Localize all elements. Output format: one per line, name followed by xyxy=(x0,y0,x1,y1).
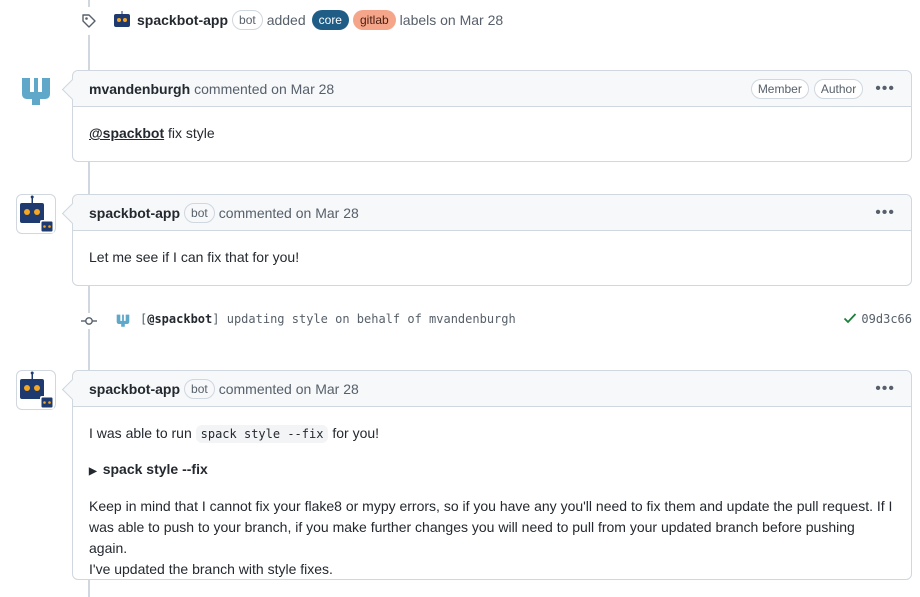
inline-code: spack style --fix xyxy=(195,425,329,443)
comment-author[interactable]: mvandenburgh xyxy=(89,81,190,97)
event-actor[interactable]: spackbot-app xyxy=(137,12,228,28)
author-badge: Author xyxy=(813,78,864,99)
comment-header: spackbot-app bot commented on Mar 28 ••• xyxy=(73,195,911,231)
comment-body: Let me see if I can fix that for you! xyxy=(73,231,911,284)
comment-text: fix style xyxy=(168,125,215,141)
comment-body: I was able to run spack style --fix for … xyxy=(73,407,911,596)
comment-meta[interactable]: commented on Mar 28 xyxy=(194,81,334,97)
label-gitlab[interactable]: gitlab xyxy=(352,10,396,30)
comment-text-after: for you! xyxy=(332,425,380,441)
spackbot-avatar[interactable] xyxy=(16,370,56,410)
comment-author[interactable]: spackbot-app xyxy=(89,381,180,397)
comment-meta[interactable]: commented on Mar 28 xyxy=(219,381,359,397)
more-options-icon[interactable]: ••• xyxy=(875,380,895,398)
more-options-icon[interactable]: ••• xyxy=(875,80,895,98)
details-summary: spack style --fix xyxy=(102,461,208,477)
bot-badge: bot xyxy=(232,10,263,30)
check-icon[interactable] xyxy=(842,310,858,329)
comment-mvandenburgh: mvandenburgh commented on Mar 28 Member … xyxy=(72,70,912,162)
comment-header: mvandenburgh commented on Mar 28 Member … xyxy=(73,71,911,107)
commit-message[interactable]: [@spackbot] updating style on behalf of … xyxy=(140,312,516,326)
mvandenburgh-avatar-small[interactable] xyxy=(114,311,132,329)
comment-body: @spackbot fix style xyxy=(73,107,911,160)
spackbot-avatar[interactable] xyxy=(16,194,56,234)
comment-text-before: I was able to run xyxy=(89,425,192,441)
comment-paragraph: Keep in mind that I cannot fix your flak… xyxy=(89,498,893,556)
commit-sha[interactable]: 09d3c66 xyxy=(861,312,912,326)
label-core[interactable]: core xyxy=(311,10,349,30)
comment-meta[interactable]: commented on Mar 28 xyxy=(219,205,359,221)
comment-spackbot-2: spackbot-app bot commented on Mar 28 •••… xyxy=(72,370,912,580)
commit-message-text: updating style on behalf of mvandenburgh xyxy=(226,312,516,326)
comment-first-line: I was able to run spack style --fix for … xyxy=(89,423,895,445)
commit-bracket-close: ] xyxy=(212,312,220,326)
details-toggle[interactable]: ▶ spack style --fix xyxy=(89,459,895,482)
tag-icon xyxy=(75,7,103,35)
commit-icon xyxy=(81,313,97,329)
member-badge: Member xyxy=(750,78,809,99)
event-verb: added xyxy=(266,12,306,28)
more-options-icon[interactable]: ••• xyxy=(875,204,895,222)
bot-badge: bot xyxy=(184,378,215,399)
comment-author[interactable]: spackbot-app xyxy=(89,205,180,221)
label-event: spackbot-app bot added core gitlab label… xyxy=(112,9,503,31)
commit-mention[interactable]: @spackbot xyxy=(147,312,212,326)
comment-spackbot-1: spackbot-app bot commented on Mar 28 •••… xyxy=(72,194,912,286)
event-suffix: labels on Mar 28 xyxy=(399,12,504,28)
comment-text: Let me see if I can fix that for you! xyxy=(89,249,300,265)
mention-link[interactable]: @spackbot xyxy=(89,125,164,141)
bot-avatar-small[interactable] xyxy=(112,10,132,30)
triangle-right-icon: ▶ xyxy=(89,466,97,477)
commit-row: [@spackbot] updating style on behalf of … xyxy=(0,308,920,332)
comment-paragraph-2: I've updated the branch with style fixes… xyxy=(89,561,333,577)
comment-header: spackbot-app bot commented on Mar 28 ••• xyxy=(73,371,911,407)
bot-badge: bot xyxy=(184,202,215,223)
mvandenburgh-avatar[interactable] xyxy=(16,70,56,110)
